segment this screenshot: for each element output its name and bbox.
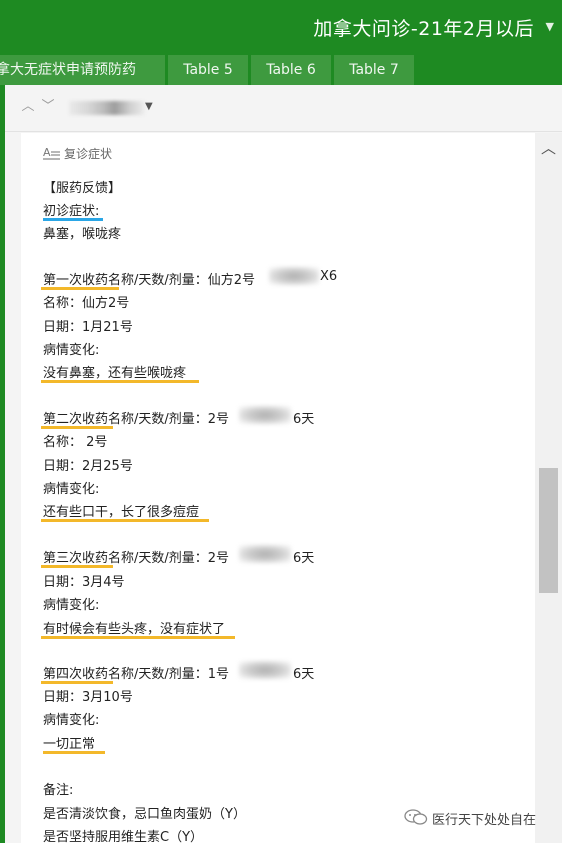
dose-1-date: 日期：1月21号 [43,320,133,335]
tab-table-7[interactable]: Table 7 [334,55,414,85]
wechat-icon [404,809,428,825]
redacted-smudge [239,406,291,424]
notebook-title[interactable]: 加拿大问诊-21年2月以后 [313,14,534,41]
redacted-smudge [239,661,291,679]
dose-1-change-label: 病情变化: [43,343,100,358]
tab-canada-prevention[interactable]: 拿大无症状申请预防药 [0,55,165,85]
dose-1-amount: X6 [320,269,338,284]
dose-2-change-label: 病情变化: [43,482,100,497]
dose-2-amount: 6天 [293,412,315,427]
dose-1-title: 第一次收药名称/天数/剂量：仙方2号 [43,273,256,288]
redacted-smudge [239,545,291,563]
scrollbar-thumb[interactable] [539,468,558,593]
tab-table-6[interactable]: Table 6 [251,55,331,85]
blue-underline [43,218,103,221]
remarks-label: 备注: [43,783,74,798]
tab-strip: 拿大无症状申请预防药 Table 5 Table 6 Table 7 [0,52,562,85]
chevron-down-icon[interactable]: ﹀ [41,100,55,114]
dose-4-title: 第四次收药名称/天数/剂量：1号 [43,667,230,682]
yellow-underline [41,426,113,429]
yellow-underline [41,287,119,290]
title-bar: 加拿大问诊-21年2月以后 ▼ [0,0,562,52]
dose-4-amount: 6天 [293,667,315,682]
note-panel: ︿ ﹀ ▼ A 复诊症状 【服药反馈】 初诊症状: 鼻塞，喉咙疼 第一次收药名称… [5,85,562,843]
note-header: ︿ ﹀ ▼ [5,85,562,132]
dose-3-change-label: 病情变化: [43,598,100,613]
dose-1-change-value: 没有鼻塞，还有些喉咙疼 [43,366,187,381]
dose-3-title: 第三次收药名称/天数/剂量：2号 [43,551,230,566]
yellow-underline [41,380,199,383]
dose-2-title: 第二次收药名称/天数/剂量：2号 [43,412,230,427]
dose-2-name: 名称： 2号 [43,435,108,450]
dose-3-change-value: 有时候会有些头疼，没有症状了 [43,622,226,637]
text-format-icon: A [43,146,60,160]
remarks-vitamin-c: 是否坚持服用维生素C（Y） [43,830,204,843]
note-body[interactable]: A 复诊症状 【服药反馈】 初诊症状: 鼻塞，喉咙疼 第一次收药名称/天数/剂量… [21,133,535,843]
chevron-up-icon[interactable]: ︿ [21,100,35,114]
vertical-scrollbar[interactable]: ︿ [535,133,562,843]
dose-3-amount: 6天 [293,551,315,566]
dose-4-date: 日期：3月10号 [43,690,133,705]
initial-symptoms-label: 初诊症状: [43,204,100,219]
initial-symptoms-value: 鼻塞，喉咙疼 [43,227,122,242]
scroll-up-icon[interactable]: ︿ [541,137,556,158]
notebook-menu-caret-icon[interactable]: ▼ [546,20,554,33]
yellow-underline [41,519,209,522]
tab-table-5[interactable]: Table 5 [168,55,248,85]
watermark-text: 医行天下处处自在 [432,813,537,828]
section-label: 复诊症状 [64,147,113,161]
yellow-underline [41,636,235,639]
dose-4-change-label: 病情变化: [43,713,100,728]
svg-text:A: A [43,146,51,159]
yellow-underline [43,751,105,754]
dose-1-name: 名称：仙方2号 [43,296,130,311]
dose-2-change-value: 还有些口干，长了很多痘痘 [43,505,200,520]
redacted-author [69,101,145,115]
dose-2-date: 日期：2月25号 [43,459,133,474]
yellow-underline [41,681,113,684]
dose-4-change-value: 一切正常 [43,737,96,752]
yellow-underline [41,565,113,568]
feedback-heading: 【服药反馈】 [43,181,122,196]
dose-3-date: 日期：3月4号 [43,575,125,590]
author-menu-caret-icon[interactable]: ▼ [145,101,153,112]
remarks-diet: 是否清淡饮食，忌口鱼肉蛋奶（Y） [43,807,246,822]
redacted-smudge [269,267,319,285]
